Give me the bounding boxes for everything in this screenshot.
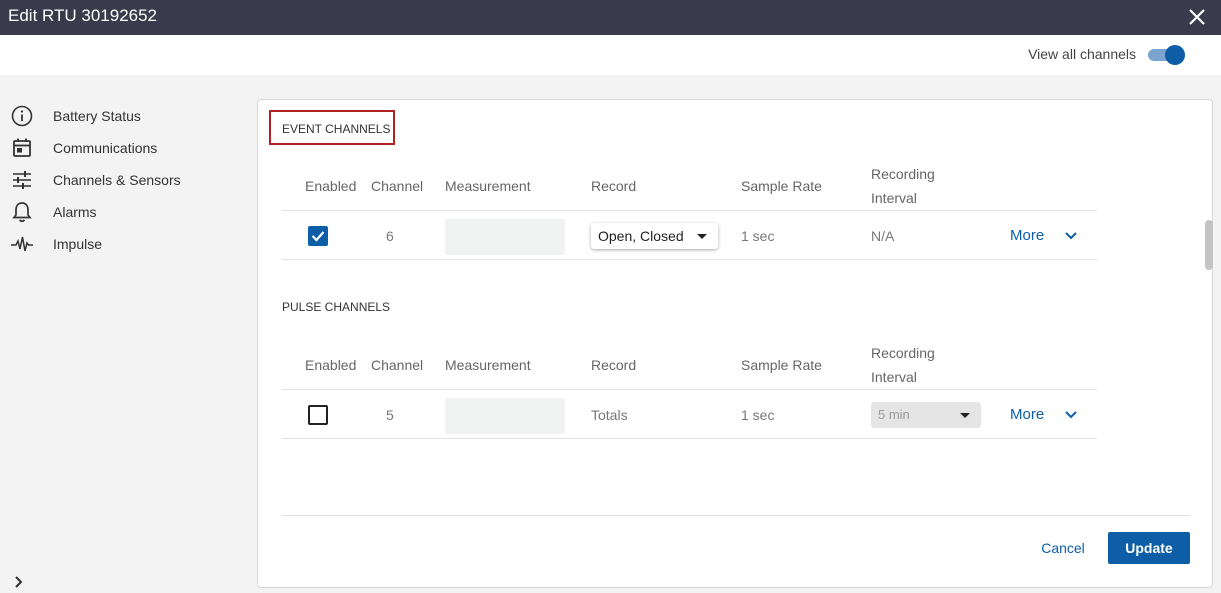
close-icon[interactable] bbox=[1187, 7, 1207, 27]
sidebar: Battery Status Communications Channels &… bbox=[0, 75, 256, 593]
scrollbar-thumb[interactable] bbox=[1205, 220, 1213, 270]
pulse-channel-number: 5 bbox=[386, 407, 394, 423]
caret-down-icon bbox=[697, 234, 707, 239]
view-all-channels-toggle[interactable] bbox=[1148, 45, 1186, 65]
col-recording-interval-line2: Interval bbox=[871, 190, 917, 206]
sidebar-item-label: Impulse bbox=[53, 236, 103, 252]
chevron-down-icon[interactable] bbox=[1064, 231, 1078, 241]
sidebar-item-label: Channels & Sensors bbox=[53, 172, 181, 188]
col-recording-interval-line2: Interval bbox=[871, 369, 917, 385]
sidebar-item-communications[interactable]: Communications bbox=[10, 136, 240, 160]
window-title: Edit RTU 30192652 bbox=[8, 6, 158, 25]
col-sample-rate: Sample Rate bbox=[741, 178, 822, 194]
row-divider bbox=[282, 438, 1097, 439]
sidebar-item-label: Communications bbox=[53, 140, 158, 156]
event-recording-interval: N/A bbox=[871, 228, 895, 244]
event-record-select[interactable]: Open, Closed bbox=[591, 223, 718, 249]
sidebar-item-alarms[interactable]: Alarms bbox=[10, 200, 240, 224]
pulse-record-value: Totals bbox=[591, 407, 628, 423]
pulse-enabled-checkbox[interactable] bbox=[308, 405, 328, 425]
info-icon bbox=[11, 105, 33, 127]
channel-view-strip: View all channels bbox=[0, 35, 1221, 75]
view-all-channels-label: View all channels bbox=[1028, 46, 1136, 62]
col-recording-interval: Recording Interval bbox=[871, 162, 935, 210]
event-channel-number: 6 bbox=[386, 228, 394, 244]
caret-down-icon bbox=[960, 413, 970, 418]
col-measurement: Measurement bbox=[445, 178, 531, 194]
col-sample-rate: Sample Rate bbox=[741, 357, 822, 373]
footer-divider bbox=[282, 515, 1190, 516]
col-recording-interval: Recording Interval bbox=[871, 341, 935, 389]
pulse-recording-interval-select[interactable]: 5 min bbox=[871, 402, 981, 428]
chevron-down-icon[interactable] bbox=[1064, 410, 1078, 420]
col-recording-interval-line1: Recording bbox=[871, 345, 935, 361]
row-divider bbox=[282, 389, 1097, 390]
col-recording-interval-line1: Recording bbox=[871, 166, 935, 182]
event-enabled-checkbox[interactable] bbox=[308, 226, 328, 246]
update-button[interactable]: Update bbox=[1108, 532, 1190, 564]
pulse-sample-rate: 1 sec bbox=[741, 407, 775, 423]
chevron-right-icon[interactable] bbox=[10, 573, 28, 591]
sidebar-item-label: Alarms bbox=[53, 204, 97, 220]
col-enabled: Enabled bbox=[305, 357, 357, 373]
sidebar-item-impulse[interactable]: Impulse bbox=[10, 232, 240, 256]
sidebar-item-label: Battery Status bbox=[53, 108, 141, 124]
pulse-more-link[interactable]: More bbox=[1010, 406, 1044, 423]
col-measurement: Measurement bbox=[445, 357, 531, 373]
check-icon bbox=[311, 231, 325, 242]
event-measurement-input[interactable] bbox=[445, 219, 565, 255]
col-enabled: Enabled bbox=[305, 178, 357, 194]
col-channel: Channel bbox=[371, 178, 424, 194]
col-record: Record bbox=[591, 178, 637, 194]
event-channels-heading: EVENT CHANNELS bbox=[269, 110, 395, 145]
pulse-recording-interval-value: 5 min bbox=[878, 407, 910, 422]
cancel-button[interactable]: Cancel bbox=[1028, 532, 1098, 564]
channels-panel: EVENT CHANNELS Enabled Channel Measureme… bbox=[257, 99, 1213, 588]
pulse-wave-icon bbox=[11, 236, 33, 252]
col-record: Record bbox=[591, 357, 637, 373]
event-sample-rate: 1 sec bbox=[741, 228, 775, 244]
sidebar-item-channels-sensors[interactable]: Channels & Sensors bbox=[10, 168, 240, 192]
row-divider bbox=[282, 210, 1097, 211]
event-more-link[interactable]: More bbox=[1010, 227, 1044, 244]
col-channel: Channel bbox=[371, 357, 424, 373]
event-record-value: Open, Closed bbox=[598, 228, 684, 244]
bell-icon bbox=[12, 202, 32, 223]
toggle-knob bbox=[1165, 45, 1185, 65]
calendar-icon bbox=[13, 138, 31, 157]
pulse-channels-label: PULSE CHANNELS bbox=[282, 300, 391, 314]
row-divider bbox=[282, 259, 1097, 260]
sliders-icon bbox=[13, 171, 31, 189]
sidebar-item-battery-status[interactable]: Battery Status bbox=[10, 104, 240, 128]
event-channels-label: EVENT CHANNELS bbox=[282, 122, 391, 136]
title-bar: Edit RTU 30192652 bbox=[0, 0, 1221, 35]
scrollbar[interactable] bbox=[1204, 100, 1216, 586]
pulse-measurement-input[interactable] bbox=[445, 398, 565, 434]
